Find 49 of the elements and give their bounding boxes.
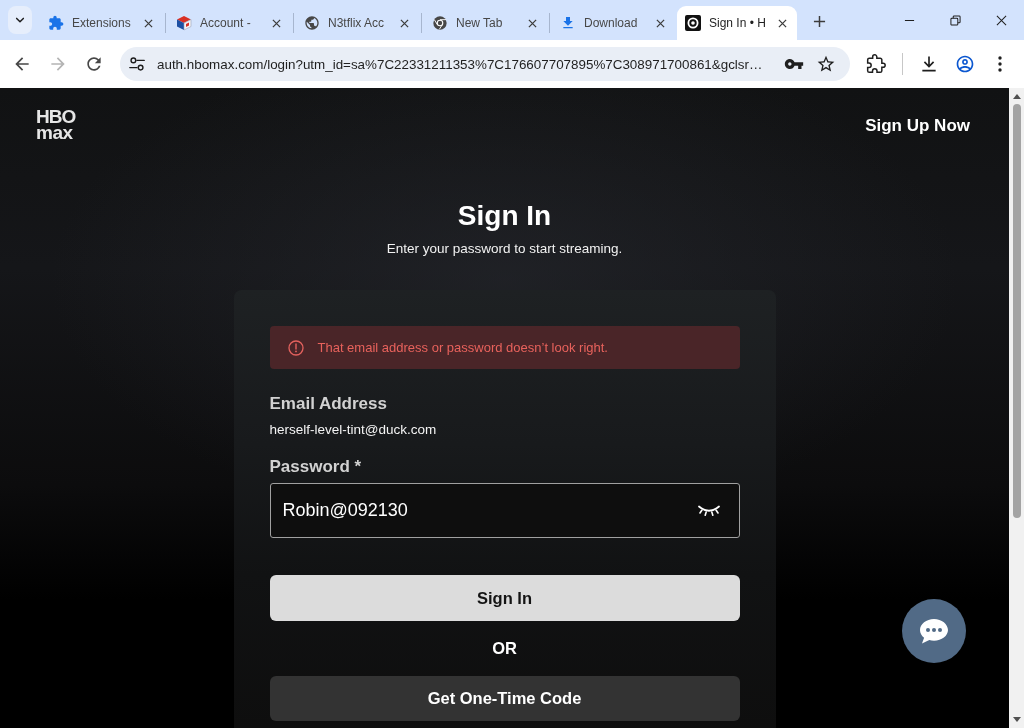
chevron-down-icon[interactable] bbox=[15, 16, 25, 24]
tab[interactable]: Download bbox=[550, 6, 677, 40]
field-label: Email Address bbox=[269, 394, 387, 414]
close-icon[interactable] bbox=[144, 18, 153, 28]
plus-icon[interactable] bbox=[812, 14, 826, 28]
reload-icon[interactable] bbox=[84, 54, 104, 74]
restore-icon[interactable] bbox=[949, 14, 961, 26]
globe-icon bbox=[304, 15, 320, 31]
tab[interactable]: N3tflix Acc bbox=[294, 6, 421, 40]
field-label: Password * bbox=[269, 457, 362, 477]
tab[interactable]: New Tab bbox=[422, 6, 549, 40]
close-icon[interactable] bbox=[272, 18, 281, 28]
puzzle-icon bbox=[48, 15, 64, 31]
scrollbar-thumb[interactable] bbox=[1012, 104, 1021, 518]
download-icon bbox=[560, 15, 576, 31]
download-icon[interactable] bbox=[919, 54, 939, 74]
address-bar[interactable]: auth.hbomax.com/login?utm_id=sa%7C22331211353%7C176607707895%7C308971700861&gclsr… bbox=[120, 47, 850, 81]
page-subtitle: Enter your password to start streaming. bbox=[386, 240, 623, 258]
divider-text: OR bbox=[492, 638, 517, 658]
error-message: That email address or password doesn’t look right. bbox=[317, 340, 608, 355]
speech-bubble-icon[interactable] bbox=[918, 617, 950, 645]
tab[interactable]: Account - bbox=[166, 6, 293, 40]
menu-icon[interactable] bbox=[998, 56, 1002, 72]
alert-icon bbox=[287, 339, 304, 356]
tab[interactable]: Extensions bbox=[38, 6, 165, 40]
star-icon[interactable] bbox=[816, 54, 836, 74]
sign-in-button[interactable]: Sign In bbox=[269, 575, 740, 621]
sliders-icon[interactable] bbox=[128, 55, 146, 73]
target-icon bbox=[685, 15, 701, 31]
page-title: Sign In bbox=[457, 199, 552, 233]
close-icon[interactable] bbox=[400, 18, 409, 28]
ring-logo-icon bbox=[432, 15, 448, 31]
puzzle-icon[interactable] bbox=[866, 54, 886, 74]
close-icon[interactable] bbox=[995, 14, 1007, 26]
sign-up-link[interactable]: Sign Up Now bbox=[865, 116, 970, 136]
email-text: herself-level-tint@duck.com bbox=[269, 422, 437, 438]
tab[interactable]: Sign In • H bbox=[677, 6, 797, 40]
closed-eye-icon[interactable] bbox=[696, 504, 721, 516]
logo-text[interactable]: HBO bbox=[36, 108, 76, 125]
close-icon[interactable] bbox=[528, 18, 537, 28]
logo-text[interactable]: max bbox=[36, 125, 76, 140]
account-icon[interactable] bbox=[955, 54, 975, 74]
password-field[interactable]: Robin@092130 bbox=[269, 483, 740, 538]
close-icon[interactable] bbox=[656, 18, 665, 28]
one-time-code-button[interactable]: Get One-Time Code bbox=[269, 676, 740, 721]
scroll-down-icon[interactable] bbox=[1012, 717, 1021, 722]
cube-icon bbox=[176, 15, 192, 31]
close-icon[interactable] bbox=[778, 18, 787, 28]
scroll-up-icon[interactable] bbox=[1012, 94, 1021, 99]
